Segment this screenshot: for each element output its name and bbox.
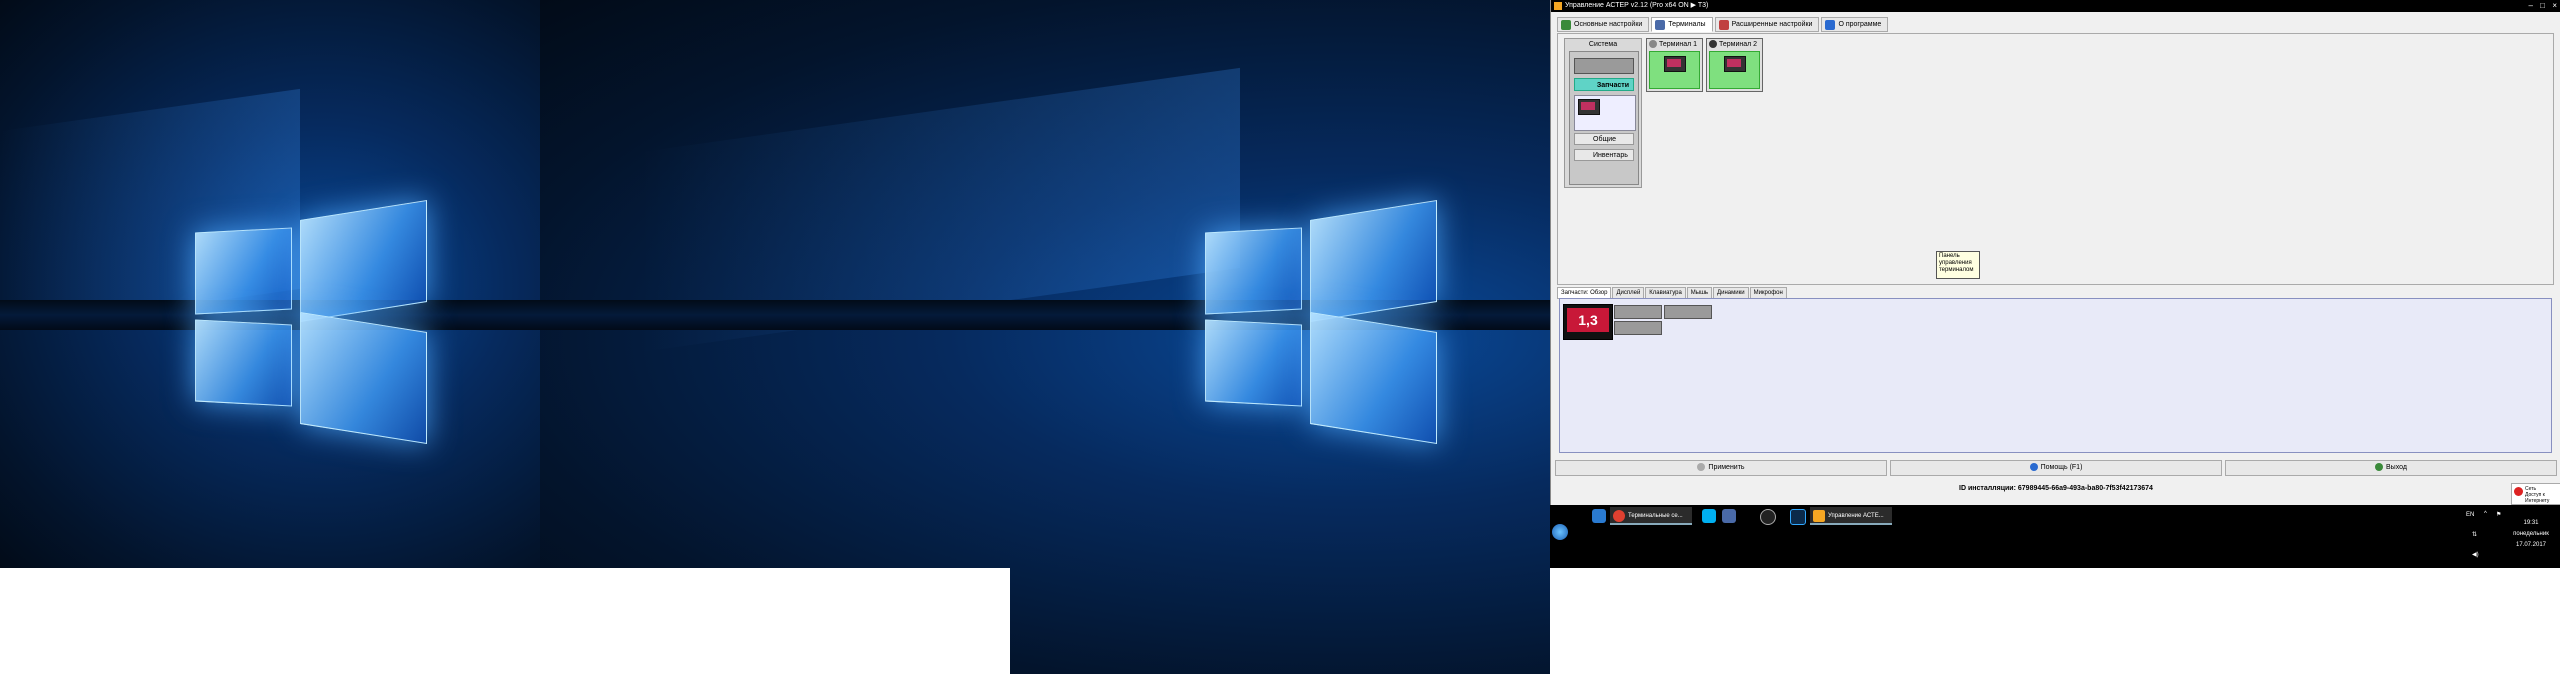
clock-day: понедельник (2513, 531, 2549, 537)
common-button[interactable]: Общие (1574, 133, 1634, 145)
install-id: ID инсталляции: 67989445-66a9-493a-ba80-… (1959, 485, 2153, 492)
tab-label: Терминалы (1668, 21, 1706, 28)
clock-date: 17.07.2017 (2515, 542, 2547, 548)
app-window: Управление АСТЕР v2.12 (Pro x64 ON ▶ T3)… (1550, 0, 2560, 505)
inventory-button[interactable]: Инвентарь (1574, 149, 1634, 161)
taskbar-button-label: Управление АСТЕ... (1828, 513, 1884, 519)
title-bar: Управление АСТЕР v2.12 (Pro x64 ON ▶ T3)… (1551, 0, 2560, 12)
tab-advanced-settings[interactable]: Расширенные настройки (1714, 17, 1820, 32)
common-label: Общие (1593, 136, 1617, 143)
system-header: Система (1588, 41, 1618, 48)
terminal-status-icon (1649, 40, 1657, 48)
photoshop-icon[interactable] (1790, 509, 1806, 525)
close-button[interactable]: × (2552, 0, 2557, 12)
network-notification[interactable]: Сеть Доступ к Интернету (2511, 483, 2560, 505)
chevron-up-icon[interactable]: ^ (2484, 511, 2487, 517)
taskbar-button-label: Терминальные се... (1628, 513, 1683, 519)
terminals-panel: Система Запчасти Общие Инвентарь Термина… (1557, 33, 2554, 285)
minimize-button[interactable]: – (2529, 0, 2533, 12)
windows-logo-pane (300, 311, 427, 445)
windows-logo-pane (1310, 199, 1437, 323)
device-thumbnail[interactable] (1614, 321, 1662, 335)
clock-icon[interactable] (1760, 509, 1776, 525)
terminal-preview (1709, 51, 1760, 89)
aster-icon (1813, 510, 1825, 522)
info-icon (1825, 20, 1836, 30)
apply-icon (1697, 463, 1706, 472)
main-tabs: Основные настройки Терминалы Расширенные… (1557, 17, 1889, 32)
terminal-label: Терминал 2 (1719, 41, 1758, 48)
exit-button[interactable]: Выход (2225, 460, 2557, 476)
parts-overview-panel: 1,3 (1559, 298, 2552, 453)
help-icon (2029, 463, 2038, 472)
tab-label: Расширенные настройки (1731, 21, 1813, 28)
windows-logo-pane (195, 227, 292, 315)
device-thumbnail[interactable] (1664, 305, 1712, 319)
taskbar: Терминальные се... Управление АСТЕ... EN… (1550, 505, 2560, 568)
tab-terminals[interactable]: Терминалы (1651, 17, 1713, 32)
desktop-wallpaper-left (0, 0, 540, 568)
explorer-icon[interactable] (1722, 509, 1736, 523)
display-preview[interactable]: 1,3 (1563, 304, 1613, 340)
network-icon[interactable]: ⇅ (2472, 531, 2477, 538)
tab-basic-settings[interactable]: Основные настройки (1557, 17, 1650, 32)
exit-label: Выход (2386, 464, 2407, 471)
windows-logo-pane (1205, 319, 1302, 407)
empty-screen-area (0, 568, 1010, 674)
windows-logo-pane (1310, 311, 1437, 445)
monitor-icon (1578, 99, 1600, 115)
parts-button[interactable]: Запчасти (1574, 78, 1634, 91)
tools-icon (1718, 20, 1729, 30)
terminal-status-icon (1709, 40, 1717, 48)
apply-label: Применить (1708, 464, 1745, 471)
taskbar-terminals-window[interactable]: Терминальные се... (1610, 507, 1692, 525)
exit-icon (2375, 463, 2384, 472)
help-button[interactable]: Помощь (F1) (1890, 460, 2222, 476)
start-button[interactable] (1552, 524, 1568, 540)
system-box: Система Запчасти Общие Инвентарь (1564, 38, 1642, 188)
settings-icon (1561, 20, 1571, 30)
tooltip: Панель управления терминалом (1936, 251, 1980, 279)
devices-preview[interactable] (1574, 95, 1636, 131)
tab-about[interactable]: О программе (1821, 17, 1889, 32)
skype-icon[interactable] (1702, 509, 1716, 523)
tab-label: Основные настройки (1574, 21, 1643, 28)
windows-logo-pane (300, 199, 427, 323)
volume-icon[interactable]: ◀) (2472, 551, 2479, 558)
maximize-button[interactable]: □ (2540, 0, 2545, 12)
system-devices: Запчасти Общие Инвентарь (1569, 51, 1639, 185)
flag-icon[interactable]: ⚑ (2496, 511, 2501, 518)
monitor-icon (1664, 56, 1686, 72)
parts-label: Запчасти (1596, 82, 1629, 89)
app-logo-icon (1554, 2, 1562, 10)
windows-logo-pane (1205, 227, 1302, 315)
terminal-2[interactable]: Терминал 2 (1706, 38, 1763, 92)
help-label: Помощь (F1) (2040, 464, 2083, 471)
terminal-preview (1649, 51, 1700, 89)
tab-label: О программе (1838, 21, 1882, 28)
monitor-icon (1724, 56, 1746, 72)
terminal-1[interactable]: Терминал 1 (1646, 38, 1703, 92)
terminal-label: Терминал 1 (1659, 41, 1698, 48)
system-unit-icon[interactable] (1574, 58, 1634, 74)
window-title: Управление АСТЕР v2.12 (Pro x64 ON ▶ T3) (1565, 2, 1709, 9)
clock-time: 19:31 (2523, 520, 2539, 526)
chrome-icon (1613, 510, 1625, 522)
browser-icon[interactable] (1592, 509, 1606, 523)
language-indicator[interactable]: EN (2466, 512, 2474, 518)
terminals-icon (1655, 20, 1666, 30)
device-thumbnail[interactable] (1614, 305, 1662, 319)
display-number: 1,3 (1567, 308, 1609, 332)
notification-text: Доступ к Интернету (2525, 492, 2550, 504)
network-warning-icon (2514, 487, 2523, 496)
windows-logo-pane (195, 319, 292, 407)
apply-button[interactable]: Применить (1555, 460, 1887, 476)
taskbar-aster-window[interactable]: Управление АСТЕ... (1810, 507, 1892, 525)
inventory-label: Инвентарь (1593, 152, 1628, 159)
clock[interactable]: 19:31 понедельник 17.07.2017 (2508, 520, 2554, 548)
